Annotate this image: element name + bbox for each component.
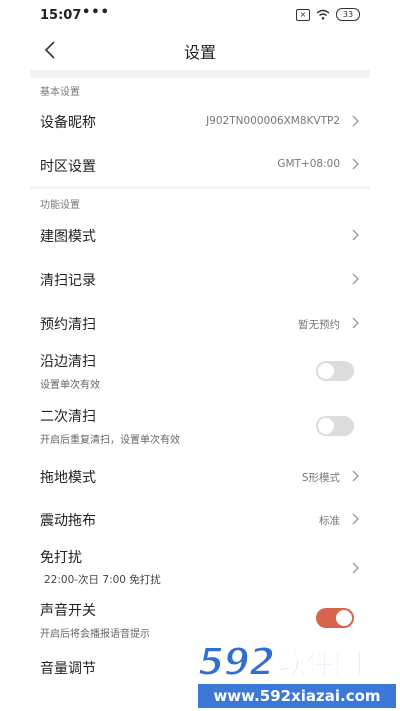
dnd-row[interactable]: 免打扰 22:00-次日 7:00 免打扰 — [30, 541, 370, 596]
device-name-value: J902TN000006XM8KVTP2 — [206, 115, 340, 127]
timezone-value: GMT+08:00 — [277, 158, 340, 170]
section-divider — [30, 70, 370, 78]
mop-mode-value: S形模式 — [301, 472, 340, 484]
chevron-right-icon — [352, 513, 359, 525]
chevron-right-icon — [352, 229, 359, 241]
row-label: 声音开关 — [40, 603, 96, 619]
chevron-right-icon — [352, 273, 359, 285]
section-label-function: 功能设置 — [40, 200, 80, 211]
row-label: 清扫记录 — [40, 273, 96, 289]
status-icons: × 33 — [296, 8, 360, 21]
battery-icon: 33 — [336, 8, 360, 21]
watermark-logo-number: 592 — [197, 639, 276, 685]
watermark-logo: 592 软件园 — [197, 639, 396, 685]
sound-row: 声音开关 开启后将会播报语音提示 — [30, 596, 370, 646]
vibrate-mop-value: 标准 — [319, 515, 340, 527]
section-divider — [30, 186, 370, 189]
timezone-row[interactable]: 时区设置 GMT+08:00 — [30, 144, 370, 186]
site-watermark: 592 软件园 www.592xiazai.com — [197, 639, 396, 711]
second-clean-toggle[interactable] — [316, 416, 354, 436]
row-sublabel: 开启后重复清扫，设置单次有效 — [40, 435, 180, 446]
edge-clean-toggle[interactable] — [316, 361, 354, 381]
watermark-url: www.592xiazai.com — [198, 684, 396, 708]
chevron-right-icon — [352, 317, 359, 329]
row-label: 震动拖布 — [40, 513, 96, 529]
device-name-row[interactable]: 设备昵称 J902TN000006XM8KVTP2 — [30, 100, 370, 144]
second-clean-row: 二次清扫 开启后重复清扫，设置单次有效 — [30, 400, 370, 455]
row-label: 建图模式 — [40, 229, 96, 245]
vibrate-mop-row[interactable]: 震动拖布 标准 — [30, 498, 370, 541]
sound-toggle[interactable] — [316, 608, 354, 628]
chevron-right-icon — [352, 158, 359, 170]
clean-record-row[interactable]: 清扫记录 — [30, 257, 370, 301]
page-title: 设置 — [183, 43, 216, 62]
row-sublabel: 开启后将会播报语音提示 — [40, 629, 150, 640]
row-label: 沿边清扫 — [40, 354, 96, 370]
wifi-icon — [316, 9, 330, 20]
row-label: 二次清扫 — [40, 409, 96, 425]
chevron-right-icon — [352, 115, 359, 127]
row-label: 预约清扫 — [40, 317, 96, 333]
status-bar: 15:07 ••• × 33 — [0, 0, 400, 30]
chevron-right-icon — [352, 470, 359, 482]
row-label: 免打扰 — [40, 550, 82, 566]
more-dots: ••• — [82, 5, 110, 20]
row-label: 拖地模式 — [40, 470, 96, 486]
schedule-value: 暂无预约 — [298, 319, 340, 331]
title-bar: 设置 — [0, 30, 400, 70]
section-label-basic: 基本设置 — [40, 87, 80, 98]
row-label: 设备昵称 — [40, 115, 96, 131]
chevron-right-icon — [352, 562, 359, 574]
row-sublabel: 设置单次有效 — [40, 380, 100, 391]
edge-clean-row: 沿边清扫 设置单次有效 — [30, 345, 370, 400]
mop-mode-row[interactable]: 拖地模式 S形模式 — [30, 455, 370, 498]
map-mode-row[interactable]: 建图模式 — [30, 213, 370, 257]
row-sublabel: 22:00-次日 7:00 免打扰 — [44, 574, 161, 586]
row-label: 音量调节 — [40, 661, 96, 677]
row-label: 时区设置 — [40, 159, 96, 175]
sim-icon: × — [296, 8, 310, 21]
schedule-row[interactable]: 预约清扫 暂无预约 — [30, 301, 370, 345]
watermark-logo-text: 软件园 — [278, 647, 363, 681]
status-time: 15:07 — [40, 8, 82, 23]
